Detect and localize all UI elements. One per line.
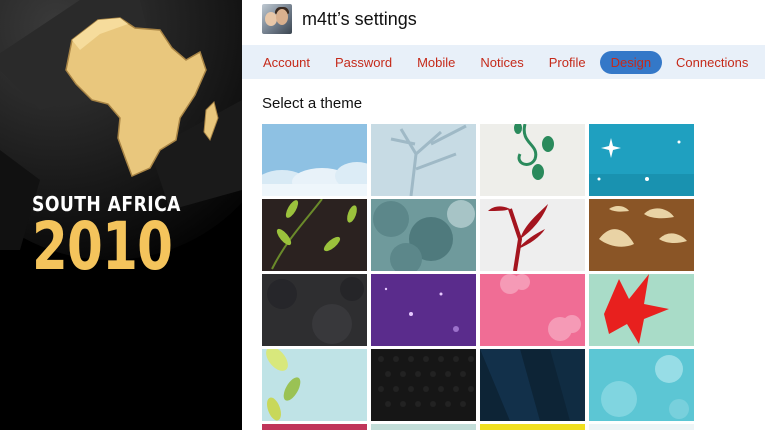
theme-partial-2[interactable] — [371, 424, 476, 430]
theme-grid — [262, 124, 694, 430]
section-title: Select a theme — [262, 95, 363, 112]
background-banner: SOUTH AFRICA 2010 — [0, 0, 242, 430]
tab-design[interactable]: Design — [599, 50, 663, 74]
theme-black-mesh[interactable] — [371, 349, 476, 421]
theme-partial-3[interactable] — [480, 424, 585, 430]
page-title: m4tt’s settings — [302, 8, 417, 29]
tab-notices[interactable]: Notices — [469, 51, 534, 74]
theme-partial-1[interactable] — [262, 424, 367, 430]
theme-partial-4[interactable] — [589, 424, 694, 430]
theme-aqua-bokeh[interactable] — [589, 349, 694, 421]
theme-pale-tree[interactable] — [371, 124, 476, 196]
theme-green-vine[interactable] — [480, 124, 585, 196]
theme-brown-birds[interactable] — [589, 199, 694, 271]
theme-purple-stars[interactable] — [371, 274, 476, 346]
theme-cyan-green-leaves[interactable] — [262, 349, 367, 421]
theme-red-branch[interactable] — [480, 199, 585, 271]
tab-password[interactable]: Password — [324, 51, 403, 74]
theme-mint-red-leaves[interactable] — [589, 274, 694, 346]
tab-mobile[interactable]: Mobile — [406, 51, 466, 74]
banner-year: 2010 — [32, 208, 173, 285]
tab-profile[interactable]: Profile — [538, 51, 597, 74]
settings-panel: m4tt’s settings Account Password Mobile … — [242, 0, 765, 430]
settings-tabs: Account Password Mobile Notices Profile … — [242, 45, 765, 79]
settings-header: m4tt’s settings — [262, 0, 417, 38]
tab-connections[interactable]: Connections — [665, 51, 759, 74]
theme-sky-clouds[interactable] — [262, 124, 367, 196]
theme-navy-rays[interactable] — [480, 349, 585, 421]
tab-account[interactable]: Account — [252, 51, 321, 74]
theme-dark-gray-texture[interactable] — [262, 274, 367, 346]
theme-teal-sparkle[interactable] — [589, 124, 694, 196]
theme-teal-foliage[interactable] — [371, 199, 476, 271]
user-avatar[interactable] — [262, 4, 292, 34]
theme-pink-flowers[interactable] — [480, 274, 585, 346]
theme-dark-leaves[interactable] — [262, 199, 367, 271]
